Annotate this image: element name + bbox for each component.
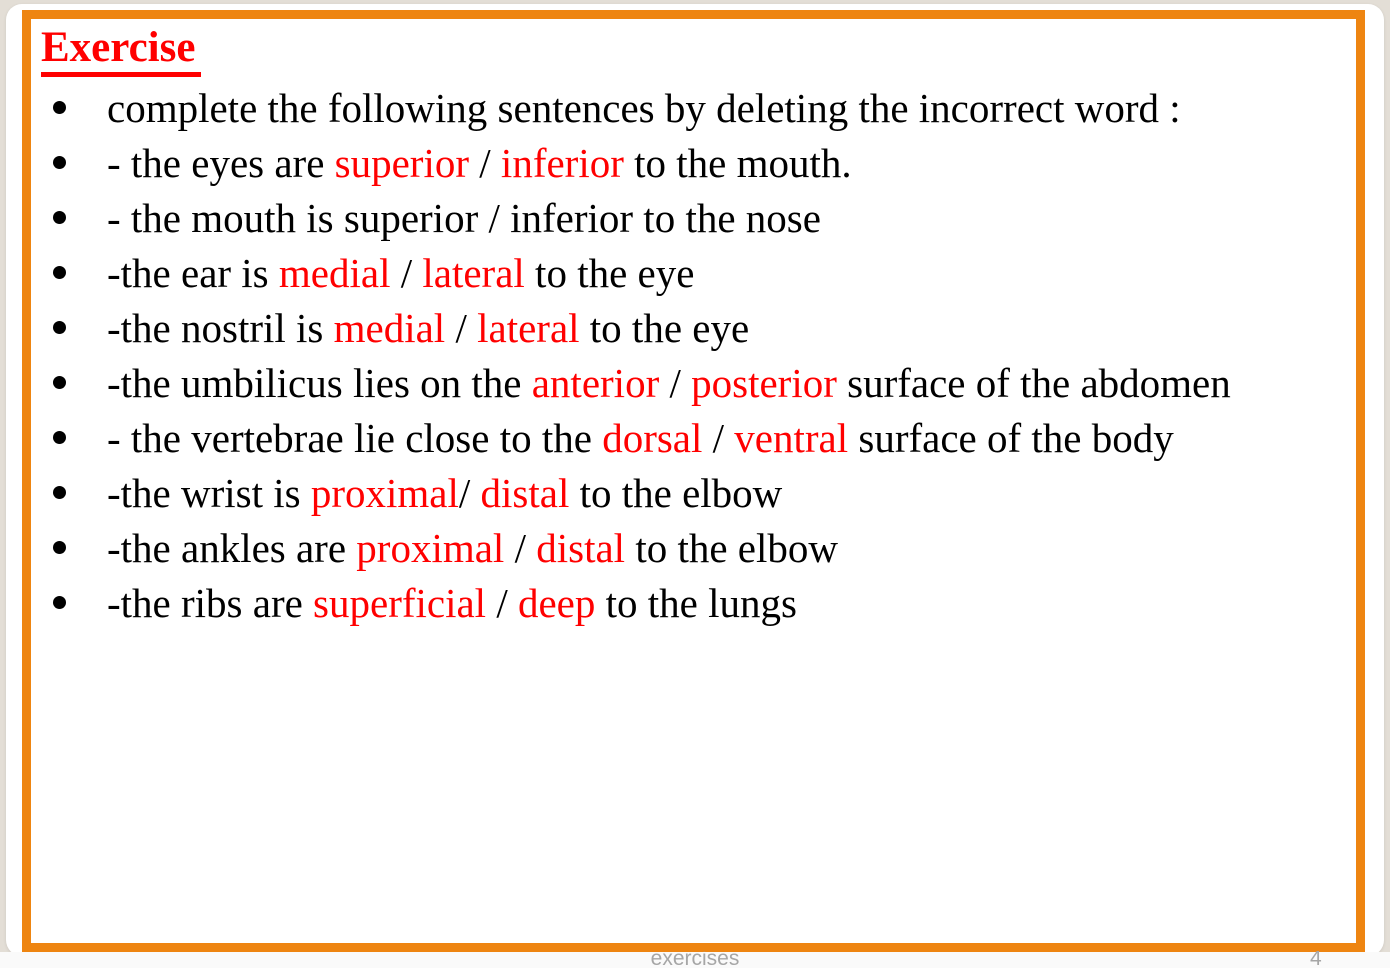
- sentence-text: - the mouth is superior / inferior to th…: [107, 195, 821, 241]
- highlighted-term: dorsal: [602, 415, 703, 461]
- highlighted-term: inferior: [500, 140, 624, 186]
- sentence-text: to the eye: [579, 305, 750, 351]
- sentence-text: /: [458, 470, 481, 516]
- highlighted-term: proximal: [356, 525, 505, 571]
- highlighted-term: superior: [334, 140, 470, 186]
- sentence-text: /: [445, 305, 478, 351]
- footer-page-number: 4: [1310, 951, 1322, 968]
- sentence-text: /: [469, 140, 501, 186]
- exercise-bullet-item: -the nostril is medial / lateral to the …: [45, 301, 1361, 355]
- exercise-bullet-item: - the mouth is superior / inferior to th…: [45, 191, 1361, 245]
- bullet-dot-icon: [53, 266, 66, 279]
- sentence-text: /: [504, 525, 537, 571]
- sentence-text: surface of the abdomen: [836, 360, 1231, 406]
- sentence-text: - the eyes are: [107, 140, 335, 186]
- bullet-dot-icon: [53, 431, 66, 444]
- exercise-bullet-item: - the vertebrae lie close to the dorsal …: [45, 411, 1361, 465]
- highlighted-term: medial: [333, 305, 446, 351]
- highlighted-term: deep: [517, 580, 596, 626]
- bullet-dot-icon: [53, 541, 66, 554]
- exercise-bullet-item: complete the following sentences by dele…: [45, 81, 1361, 135]
- exercise-bullet-item: -the umbilicus lies on the anterior / po…: [45, 356, 1361, 410]
- bullet-dot-icon: [53, 486, 66, 499]
- slide-content: Exercise complete the following sentence…: [31, 19, 1361, 944]
- bullet-dot-icon: [53, 156, 66, 169]
- exercise-bullet-item: - the eyes are superior / inferior to th…: [45, 136, 1361, 190]
- highlighted-term: anterior: [531, 360, 660, 406]
- sentence-text: to the lungs: [595, 580, 797, 626]
- sentence-text: to the eye: [524, 250, 695, 296]
- bullet-dot-icon: [53, 376, 66, 389]
- sentence-text: /: [659, 360, 692, 406]
- sentence-text: -the ribs are: [107, 580, 314, 626]
- bullet-dot-icon: [53, 596, 66, 609]
- highlighted-term: posterior: [691, 360, 837, 406]
- sentence-text: /: [702, 415, 735, 461]
- footer-label: exercises: [650, 951, 740, 968]
- exercise-bullet-item: -the ankles are proximal / distal to the…: [45, 521, 1361, 575]
- highlighted-term: lateral: [422, 250, 525, 296]
- exercise-bullet-item: -the ribs are superficial / deep to the …: [45, 576, 1361, 630]
- highlighted-term: ventral: [734, 415, 849, 461]
- highlighted-term: distal: [480, 470, 570, 516]
- sentence-text: to the mouth.: [623, 140, 852, 186]
- highlighted-term: superficial: [313, 580, 487, 626]
- exercise-bullet-list: complete the following sentences by dele…: [31, 81, 1361, 630]
- highlighted-term: medial: [278, 250, 391, 296]
- sentence-text: complete the following sentences by dele…: [107, 85, 1181, 131]
- sentence-text: surface of the body: [848, 415, 1174, 461]
- slide-root: Exercise complete the following sentence…: [0, 0, 1390, 968]
- highlighted-term: proximal: [310, 470, 459, 516]
- bullet-dot-icon: [53, 101, 66, 114]
- highlighted-term: distal: [536, 525, 626, 571]
- sentence-text: - the vertebrae lie close to the: [107, 415, 603, 461]
- sentence-text: -the ear is: [107, 250, 279, 296]
- sentence-text: to the elbow: [569, 470, 783, 516]
- sentence-text: -the nostril is: [107, 305, 334, 351]
- sentence-text: -the ankles are: [107, 525, 357, 571]
- sentence-text: -the umbilicus lies on the: [107, 360, 532, 406]
- slide-footer: exercises 4: [0, 951, 1390, 968]
- exercise-bullet-item: -the ear is medial / lateral to the eye: [45, 246, 1361, 300]
- sentence-text: -the wrist is: [107, 470, 311, 516]
- page-title: Exercise: [41, 25, 202, 77]
- sentence-text: /: [486, 580, 518, 626]
- sentence-text: /: [390, 250, 423, 296]
- highlighted-term: lateral: [477, 305, 580, 351]
- bullet-dot-icon: [53, 211, 66, 224]
- exercise-bullet-item: -the wrist is proximal/ distal to the el…: [45, 466, 1361, 520]
- bullet-dot-icon: [53, 321, 66, 334]
- sentence-text: to the elbow: [625, 525, 838, 571]
